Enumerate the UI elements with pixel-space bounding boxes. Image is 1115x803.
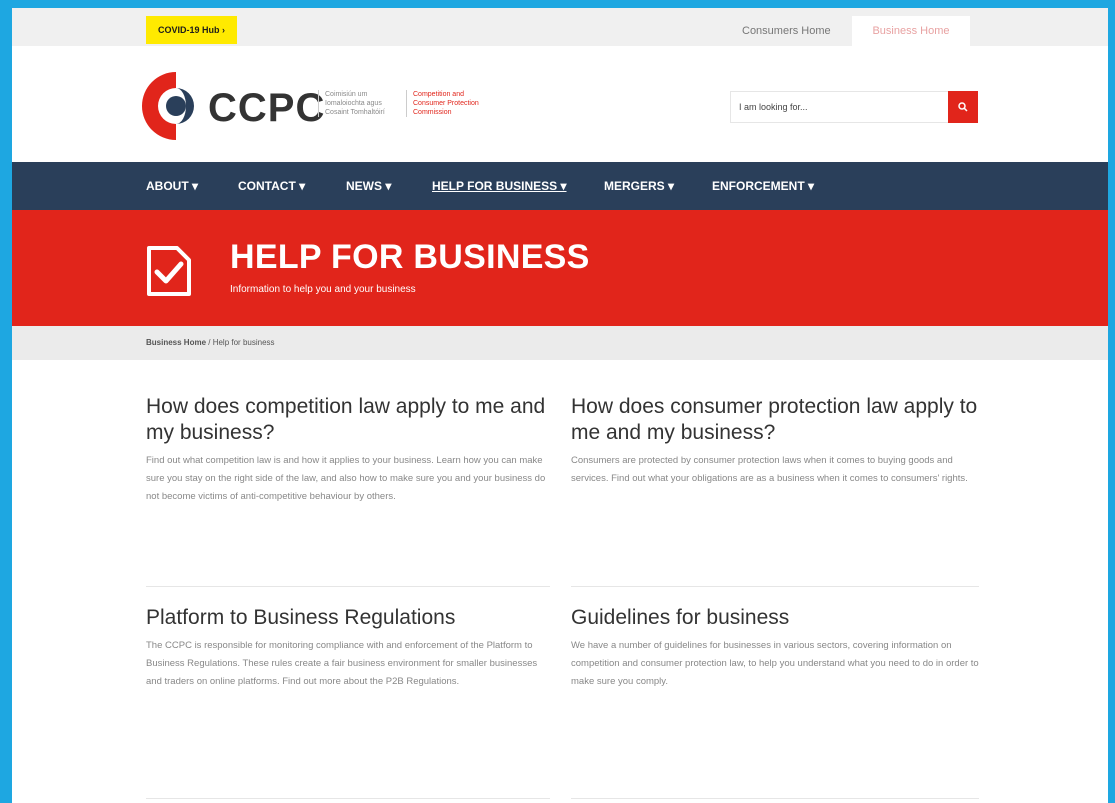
logo-irish-name: Coimisiún um Iomaloiochta agus Cosaint T…	[318, 90, 405, 117]
logo-wordmark: CCPC	[208, 86, 326, 130]
breadcrumb-separator: /	[206, 338, 213, 347]
business-home-tab[interactable]: Business Home	[852, 16, 970, 46]
main-nav: ABOUT ▾ CONTACT ▾ NEWS ▾ HELP FOR BUSINE…	[12, 162, 1108, 210]
nav-item-contact[interactable]: CONTACT ▾	[238, 162, 305, 210]
card-body: Find out what competition law is and how…	[146, 455, 546, 502]
card-body: We have a number of guidelines for busin…	[571, 640, 979, 687]
card-title[interactable]: How does competition law apply to me and…	[146, 394, 554, 446]
nav-item-enforcement[interactable]: ENFORCEMENT ▾	[712, 162, 814, 210]
logo-english-name: Competition and Consumer Protection Comm…	[406, 90, 493, 117]
page-title: HELP FOR BUSINESS	[230, 238, 590, 276]
consumers-home-tab[interactable]: Consumers Home	[727, 16, 846, 46]
card-body: Consumers are protected by consumer prot…	[571, 455, 968, 484]
search-icon	[958, 102, 968, 112]
breadcrumb-current: Help for business	[212, 338, 275, 347]
divider	[571, 586, 979, 587]
breadcrumb: Business Home / Help for business	[12, 326, 1108, 360]
card-body: The CCPC is responsible for monitoring c…	[146, 640, 538, 687]
ccpc-logo[interactable]: CCPC Coimisiún um Iomaloiochta agus Cosa…	[140, 66, 520, 146]
card-guidelines-for-business[interactable]: Guidelines for business We have a number…	[571, 605, 979, 691]
divider	[146, 586, 550, 587]
nav-item-news[interactable]: NEWS ▾	[346, 162, 391, 210]
card-title[interactable]: Platform to Business Regulations	[146, 605, 554, 631]
search-box: I am looking for...	[730, 91, 978, 123]
divider	[571, 798, 979, 799]
ccpc-logo-mark-icon	[141, 72, 194, 140]
card-platform-to-business[interactable]: Platform to Business Regulations The CCP…	[146, 605, 554, 691]
search-input[interactable]: I am looking for...	[739, 92, 808, 122]
card-competition-law[interactable]: How does competition law apply to me and…	[146, 394, 554, 506]
page-hero: HELP FOR BUSINESS Information to help yo…	[12, 210, 1108, 326]
card-title[interactable]: Guidelines for business	[571, 605, 979, 631]
browser-viewport: COVID-19 Hub › Consumers Home Business H…	[12, 8, 1108, 803]
divider	[146, 798, 550, 799]
top-bar: COVID-19 Hub › Consumers Home Business H…	[12, 8, 1108, 46]
card-title[interactable]: How does consumer protection law apply t…	[571, 394, 979, 446]
card-consumer-protection-law[interactable]: How does consumer protection law apply t…	[571, 394, 979, 488]
nav-item-help-for-business[interactable]: HELP FOR BUSINESS ▾	[432, 162, 567, 210]
nav-item-about[interactable]: ABOUT ▾	[146, 162, 198, 210]
covid-hub-button[interactable]: COVID-19 Hub ›	[146, 16, 238, 44]
search-button[interactable]	[948, 91, 978, 123]
checklist-document-icon	[147, 246, 191, 296]
page-subtitle: Information to help you and your busines…	[230, 284, 416, 295]
breadcrumb-home-link[interactable]: Business Home	[146, 338, 206, 347]
nav-item-mergers[interactable]: MERGERS ▾	[604, 162, 674, 210]
